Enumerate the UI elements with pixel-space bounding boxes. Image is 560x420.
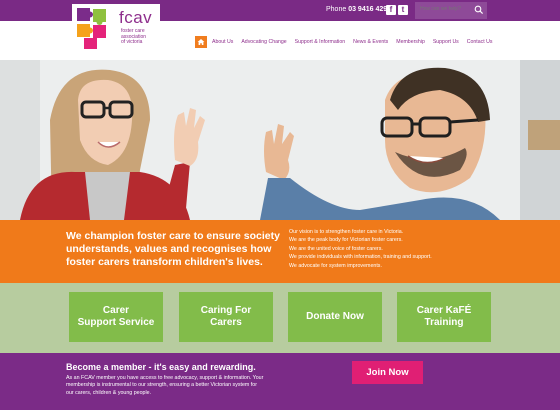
action-tiles: Carer Support Service Caring For Carers …: [0, 283, 560, 353]
nav-advocating-change[interactable]: Advocating Change: [241, 39, 286, 45]
search-input[interactable]: [420, 6, 470, 12]
nav-support-information[interactable]: Support & Information: [295, 39, 345, 45]
vision-line: Our vision is to strengthen foster care …: [289, 229, 404, 235]
membership-title: Become a member - it's easy and rewardin…: [66, 362, 256, 372]
search-icon[interactable]: [474, 5, 484, 15]
phone-info: Phone 03 9416 4292: [326, 6, 391, 13]
vision-list: Our vision is to strengthen foster care …: [289, 228, 529, 270]
nav-about-us[interactable]: About Us: [212, 39, 233, 45]
vision-line: We advocate for system improvements.: [289, 262, 382, 269]
nav-membership[interactable]: Membership: [396, 39, 425, 45]
search-box: [415, 2, 487, 19]
logo-subtitle: foster care association of victoria: [121, 28, 147, 46]
carer-support-service-tile[interactable]: Carer Support Service: [69, 292, 163, 342]
join-now-button[interactable]: Join Now: [352, 361, 423, 384]
home-icon[interactable]: [195, 36, 207, 48]
membership-text: As an FCAV member you have access to fre…: [66, 375, 264, 396]
hero-illustration: [0, 60, 560, 220]
mission-banner: We champion foster care to ensure societ…: [0, 220, 560, 283]
membership-band: Become a member - it's easy and rewardin…: [0, 353, 560, 410]
facebook-icon[interactable]: f: [386, 5, 396, 15]
twitter-icon[interactable]: t: [398, 5, 408, 15]
donate-now-tile[interactable]: Donate Now: [288, 292, 382, 342]
tagline: We champion foster care to ensure societ…: [66, 230, 280, 268]
hero-image: [0, 60, 560, 220]
carer-kafe-training-tile[interactable]: Carer KaFÉ Training: [397, 292, 491, 342]
main-nav: About Us Advocating Change Support & Inf…: [195, 35, 492, 49]
puzzle-logo-icon: [77, 8, 106, 49]
nav-news-events[interactable]: News & Events: [353, 39, 388, 45]
page-bottom-strip: [0, 410, 560, 420]
logo-wordmark: fcav: [119, 8, 153, 27]
logo[interactable]: fcav foster care association of victoria: [72, 4, 160, 54]
phone-number[interactable]: 03 9416 4292: [348, 6, 391, 13]
vision-line: We are the united voice of foster carers…: [289, 245, 383, 252]
vision-line: We provide individuals with information,…: [289, 254, 432, 261]
caring-for-carers-tile[interactable]: Caring For Carers: [179, 292, 273, 342]
nav-support-us[interactable]: Support Us: [433, 39, 459, 45]
nav-contact-us[interactable]: Contact Us: [467, 39, 493, 45]
vision-line: We are the peak body for Victorian foste…: [289, 237, 403, 244]
phone-label: Phone: [326, 6, 347, 13]
